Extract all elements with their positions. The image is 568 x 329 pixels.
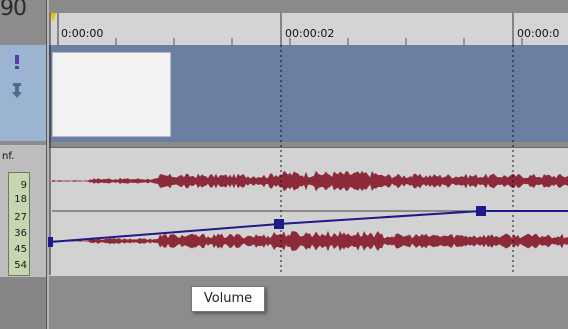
playhead-marker (50, 13, 56, 22)
timeline-overlay (48, 13, 568, 275)
volume-envelope-point (476, 206, 486, 216)
audio-waveform-right (52, 230, 568, 252)
audio-waveform-left (52, 170, 568, 192)
volume-envelope-point (274, 219, 284, 229)
volume-envelope-start-point (48, 237, 53, 247)
volume-tooltip: Volume (191, 286, 265, 312)
